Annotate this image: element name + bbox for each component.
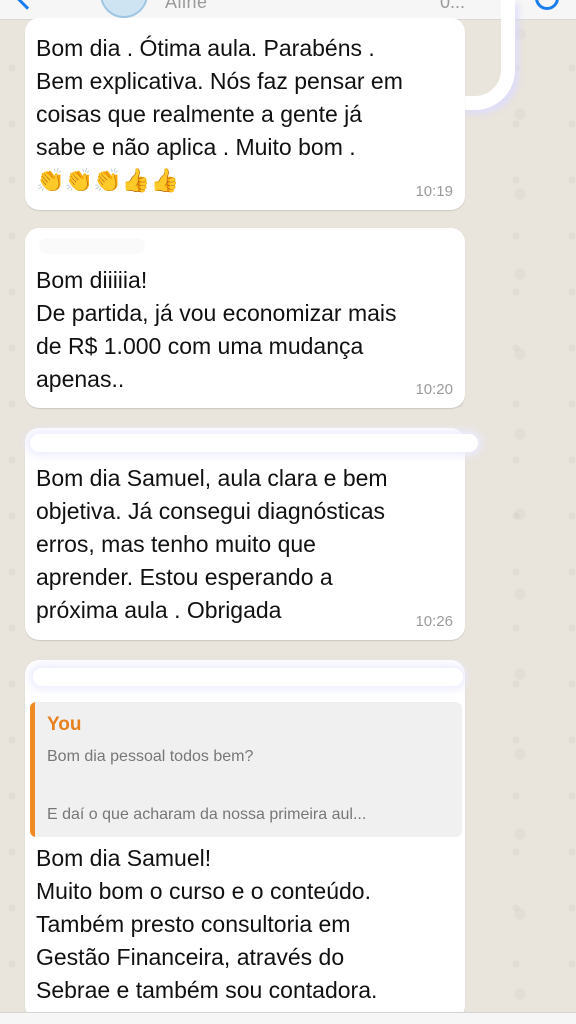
redacted-sender xyxy=(39,238,145,254)
message-text: Bom dia . Ótima aula. Parabéns . Bem exp… xyxy=(36,35,403,160)
back-arrow-icon[interactable] xyxy=(14,0,40,10)
message-text: Bom dia Samuel, aula clara e bem objetiv… xyxy=(36,465,388,623)
quote-line-1: Bom dia pessoal todos bem? xyxy=(47,748,254,765)
quote-bar xyxy=(30,702,35,837)
message-emoji: 👏👏👏👍👍 xyxy=(36,167,180,193)
call-icon[interactable] xyxy=(535,0,559,10)
message-text: Bom dia Samuel! Muito bom o curso e o co… xyxy=(36,845,378,1003)
message-time: 10:20 xyxy=(415,381,453,398)
bottom-bar xyxy=(0,1012,576,1024)
quote-line-2: E daí o que acharam da nossa primeira au… xyxy=(47,806,367,823)
message-bubble-1[interactable]: Bom dia . Ótima aula. Parabéns . Bem exp… xyxy=(25,18,465,210)
quote-author: You xyxy=(47,714,82,735)
redacted-sender xyxy=(33,668,463,686)
quoted-message[interactable]: You Bom dia pessoal todos bem? E daí o q… xyxy=(30,702,462,837)
message-time: 10:19 xyxy=(415,183,453,200)
message-bubble-4[interactable]: You Bom dia pessoal todos bem? E daí o q… xyxy=(25,660,465,1020)
message-bubble-3[interactable]: Bom dia Samuel, aula clara e bem objetiv… xyxy=(25,428,478,640)
message-time: 10:26 xyxy=(415,613,453,630)
contact-name[interactable]: Aline xyxy=(165,0,208,13)
message-bubble-2[interactable]: Bom diiiiia! De partida, já vou economiz… xyxy=(25,228,465,408)
message-text: Bom diiiiia! De partida, já vou economiz… xyxy=(36,267,397,392)
redacted-sender xyxy=(30,434,478,452)
avatar[interactable] xyxy=(100,0,148,18)
